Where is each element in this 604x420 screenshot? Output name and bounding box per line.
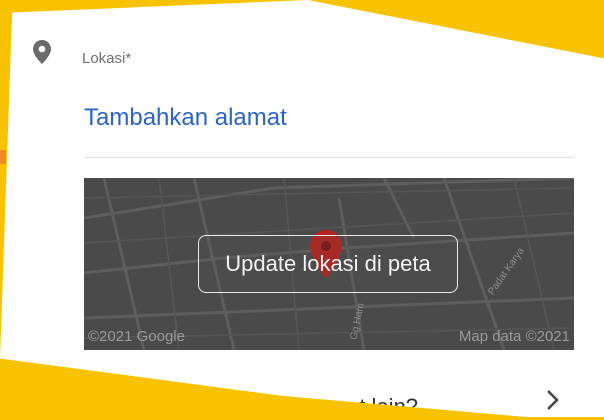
chevron-right-icon[interactable] <box>546 389 560 411</box>
map-data-attribution: Map data ©2021 <box>458 328 570 345</box>
update-location-button[interactable]: Update lokasi di peta <box>198 235 458 293</box>
map-copyright: ©2021 Google <box>88 328 185 345</box>
location-card: Lokasi* Tambahkan alamat Padat Karya Gg … <box>0 0 604 417</box>
location-row <box>33 40 51 64</box>
map-pin-icon <box>33 40 51 64</box>
map-preview[interactable]: Padat Karya Gg Ham Update lokasi di peta… <box>84 178 574 350</box>
location-label: Lokasi* <box>82 50 132 67</box>
add-address-link[interactable]: Tambahkan alamat <box>84 104 287 132</box>
background-accent <box>0 150 6 164</box>
divider <box>84 157 574 158</box>
